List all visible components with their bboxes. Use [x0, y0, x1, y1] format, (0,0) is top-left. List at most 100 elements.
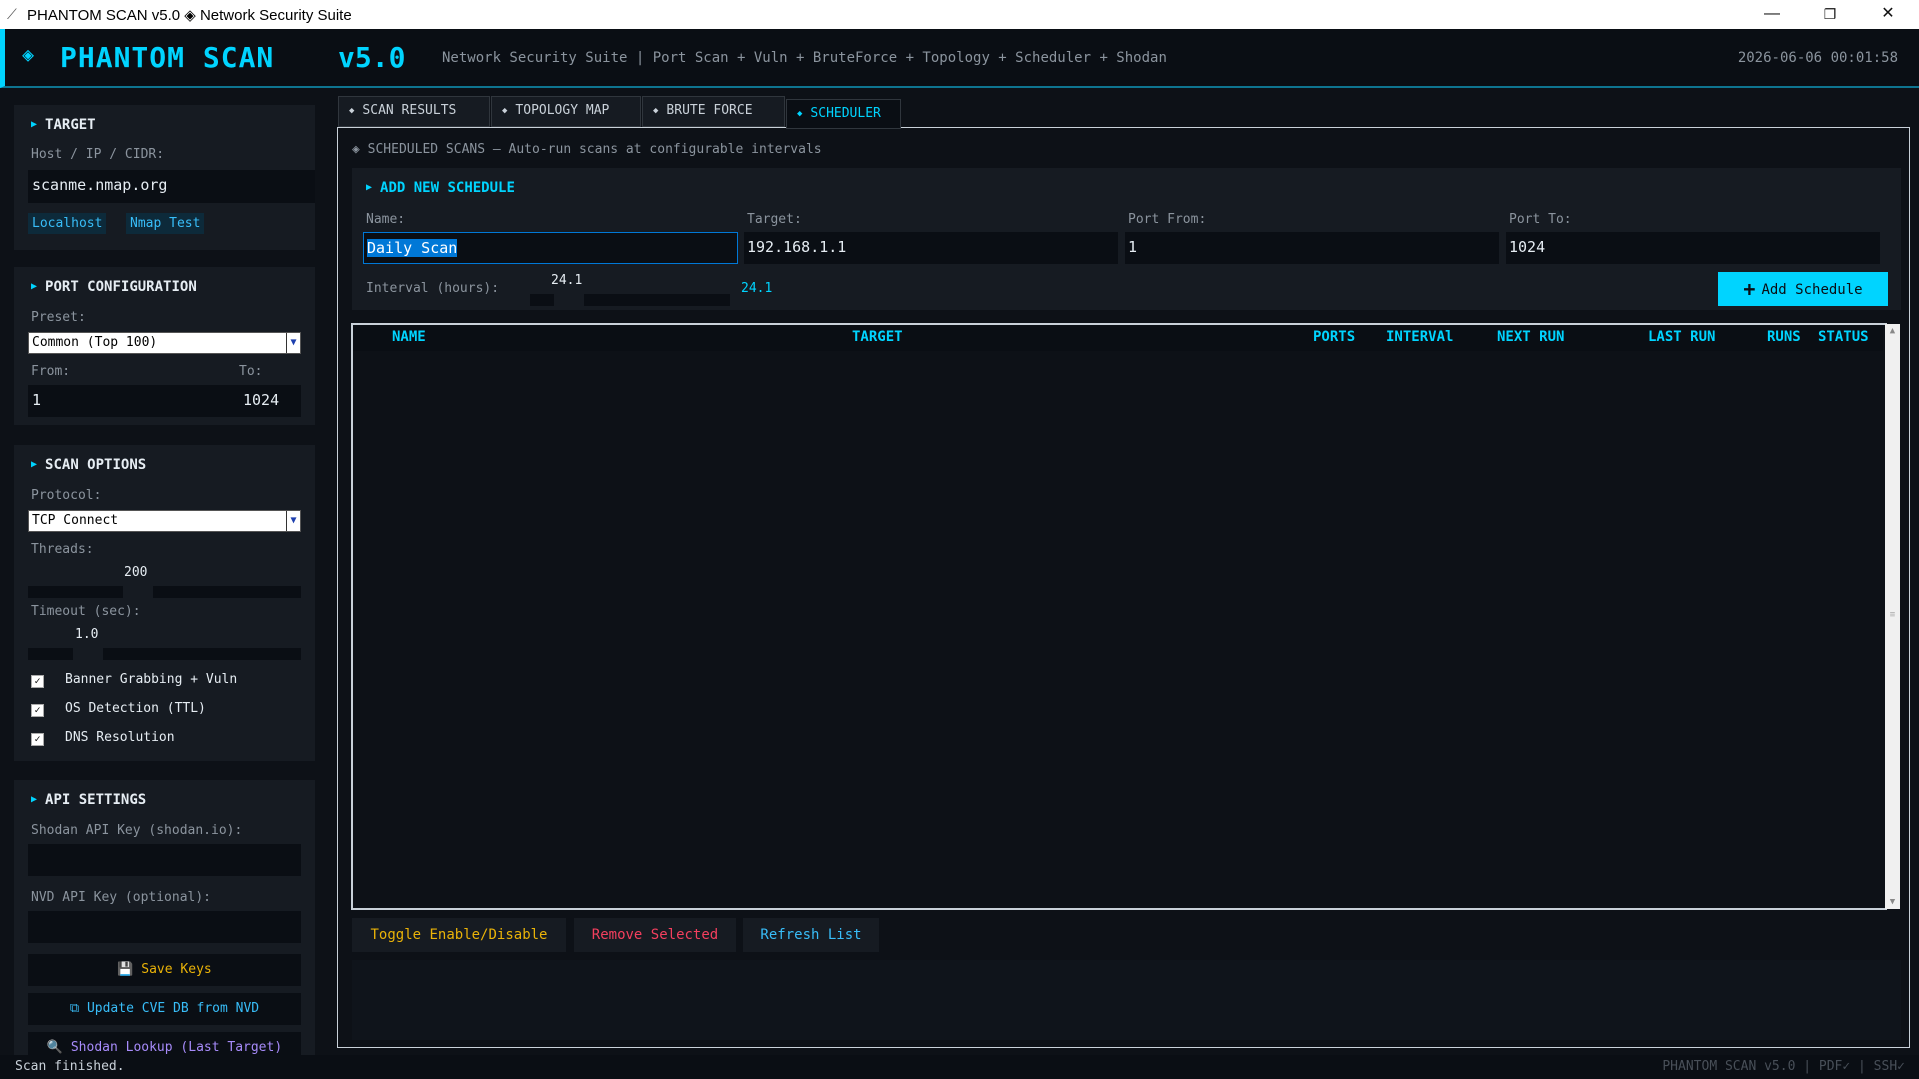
app-header: ◈ PHANTOM SCAN v5.0 Network Security Sui… — [0, 29, 1919, 88]
window-title: PHANTOM SCAN v5.0 ◈ Network Security Sui… — [27, 7, 352, 24]
host-label: Host / IP / CIDR: — [31, 147, 165, 162]
shodan-lookup-button[interactable]: 🔍 Shodan Lookup (Last Target) — [28, 1032, 301, 1055]
schedule-target-label: Target: — [747, 212, 802, 227]
column-header-runs[interactable]: RUNS — [1767, 329, 1801, 345]
preset-value: Common (Top 100) — [32, 335, 158, 350]
triangle-icon: ▶ — [31, 281, 38, 292]
target-panel-title: ▶ TARGET — [31, 117, 96, 133]
close-icon[interactable]: ✕ — [1859, 0, 1917, 29]
dropdown-arrow-icon[interactable]: ▼ — [286, 333, 300, 353]
toggle-enable-button[interactable]: Toggle Enable/Disable — [352, 918, 566, 952]
column-header-target[interactable]: TARGET — [852, 329, 903, 345]
interval-display: 24.1 — [741, 281, 773, 296]
column-header-status[interactable]: STATUS — [1818, 329, 1869, 345]
scroll-grip-icon[interactable]: ≡ — [1888, 611, 1897, 620]
schedule-port-from-label: Port From: — [1128, 212, 1207, 227]
column-header-next-run[interactable]: NEXT RUN — [1497, 329, 1564, 345]
scheduler-info: ◈ SCHEDULED SCANS — Auto-run scans at co… — [352, 142, 822, 157]
host-input[interactable]: scanme.nmap.org — [28, 170, 315, 203]
tab-topology-map[interactable]: ◆ TOPOLOGY MAP — [491, 96, 641, 127]
interval-label: Interval (hours): — [366, 281, 500, 296]
app-version: v5.0 — [338, 41, 406, 74]
timeout-value: 1.0 — [75, 627, 99, 642]
banner-grabbing-checkbox[interactable]: ✓ Banner Grabbing + Vuln — [31, 672, 237, 688]
diamond-icon: ◆ — [502, 106, 508, 116]
schedule-name-input[interactable]: Daily Scan — [363, 232, 738, 264]
column-header-ports[interactable]: PORTS — [1313, 329, 1355, 345]
localhost-button[interactable]: Localhost — [28, 213, 107, 234]
dns-resolution-label: DNS Resolution — [65, 730, 175, 745]
threads-slider-track[interactable] — [28, 586, 123, 598]
refresh-list-button[interactable]: Refresh List — [743, 918, 879, 952]
threads-slider-track-right[interactable] — [153, 586, 301, 598]
app-subtitle: Network Security Suite | Port Scan + Vul… — [442, 50, 1167, 66]
shodan-key-label: Shodan API Key (shodan.io): — [31, 823, 243, 838]
triangle-icon: ▶ — [31, 119, 38, 130]
logo-diamond-icon: ◈ — [22, 42, 35, 66]
schedule-name-label: Name: — [366, 212, 406, 227]
interval-slider-track[interactable] — [530, 294, 554, 306]
header-clock: 2026-06-06 00:01:58 — [1738, 50, 1898, 66]
feather-app-icon: ⟋ — [7, 6, 17, 22]
column-header-name[interactable]: NAME — [392, 329, 426, 345]
triangle-icon: ▶ — [31, 459, 38, 470]
protocol-label: Protocol: — [31, 488, 102, 503]
api-settings-panel: ▶ API SETTINGS Shodan API Key (shodan.io)… — [14, 780, 315, 1055]
window-titlebar: ⟋ PHANTOM SCAN v5.0 ◈ Network Security S… — [0, 0, 1919, 29]
update-cve-button[interactable]: ⧉ Update CVE DB from NVD — [28, 993, 301, 1025]
tab-brute-force[interactable]: ◆ BRUTE FORCE — [642, 96, 785, 127]
app-logo: PHANTOM SCAN — [60, 41, 275, 74]
os-detection-checkbox[interactable]: ✓ OS Detection (TTL) — [31, 701, 206, 717]
interval-slider-track-right[interactable] — [584, 294, 730, 306]
add-schedule-button[interactable]: + Add Schedule — [1718, 272, 1888, 306]
scan-options-panel: ▶ SCAN OPTIONS Protocol: TCP Connect ▼ Thr… — [14, 445, 315, 761]
scroll-down-icon[interactable]: ▼ — [1885, 895, 1900, 909]
port-to-input[interactable]: 1024 — [239, 385, 301, 417]
diamond-icon: ◆ — [797, 109, 803, 119]
port-config-panel: ▶ PORT CONFIGURATION Preset: Common (Top … — [14, 267, 315, 425]
remove-selected-button[interactable]: Remove Selected — [574, 918, 736, 952]
nmap-test-button[interactable]: Nmap Test — [126, 213, 205, 234]
banner-grabbing-label: Banner Grabbing + Vuln — [65, 672, 238, 687]
scan-options-title: ▶ SCAN OPTIONS — [31, 457, 147, 473]
nvd-key-input[interactable] — [28, 911, 301, 943]
preset-label: Preset: — [31, 310, 86, 325]
api-settings-title: ▶ API SETTINGS — [31, 792, 147, 808]
timeout-label: Timeout (sec): — [31, 604, 141, 619]
checkmark-icon[interactable]: ✓ — [31, 733, 44, 746]
tab-scheduler[interactable]: ◆ SCHEDULER — [786, 99, 901, 129]
schedule-name-selected-text: Daily Scan — [367, 239, 458, 257]
status-right: PHANTOM SCAN v5.0 | PDF✓ | SSH✓ — [1662, 1059, 1905, 1074]
status-bar: Scan finished. PHANTOM SCAN v5.0 | PDF✓ … — [0, 1055, 1919, 1079]
port-from-input[interactable]: 1 — [28, 385, 246, 417]
schedule-target-input[interactable]: 192.168.1.1 — [744, 232, 1118, 264]
table-scrollbar[interactable]: ▲ ≡ ▼ — [1885, 324, 1900, 909]
dropdown-arrow-icon[interactable]: ▼ — [286, 511, 300, 531]
dns-resolution-checkbox[interactable]: ✓ DNS Resolution — [31, 730, 175, 746]
interval-slider-value: 24.1 — [551, 273, 583, 288]
schedule-table[interactable] — [351, 323, 1887, 910]
os-detection-label: OS Detection (TTL) — [65, 701, 206, 716]
plus-icon: + — [1743, 277, 1756, 301]
schedule-port-from-input[interactable]: 1 — [1125, 232, 1499, 264]
threads-value: 200 — [124, 565, 148, 580]
port-from-label: From: — [31, 364, 71, 379]
checkmark-icon[interactable]: ✓ — [31, 675, 44, 688]
preset-select[interactable]: Common (Top 100) ▼ — [28, 332, 301, 354]
protocol-select[interactable]: TCP Connect ▼ — [28, 510, 301, 532]
timeout-slider-track-right[interactable] — [103, 648, 301, 660]
column-header-last-run[interactable]: LAST RUN — [1648, 329, 1715, 345]
scroll-up-icon[interactable]: ▲ — [1885, 324, 1900, 338]
timeout-slider-track[interactable] — [28, 648, 73, 660]
header-time: 00:01:58 — [1830, 50, 1898, 66]
minimize-icon[interactable]: — — [1743, 0, 1801, 29]
column-header-interval[interactable]: INTERVAl — [1386, 329, 1464, 345]
tab-scan-results[interactable]: ◆ SCAN RESULTS — [338, 96, 490, 127]
schedule-port-to-input[interactable]: 1024 — [1506, 232, 1880, 264]
shodan-key-input[interactable] — [28, 844, 301, 876]
restore-icon[interactable]: ❐ — [1801, 0, 1859, 29]
schedule-port-to-label: Port To: — [1509, 212, 1572, 227]
checkmark-icon[interactable]: ✓ — [31, 704, 44, 717]
save-keys-button[interactable]: 💾 Save Keys — [28, 954, 301, 986]
header-date: 2026-06-06 — [1737, 50, 1823, 66]
